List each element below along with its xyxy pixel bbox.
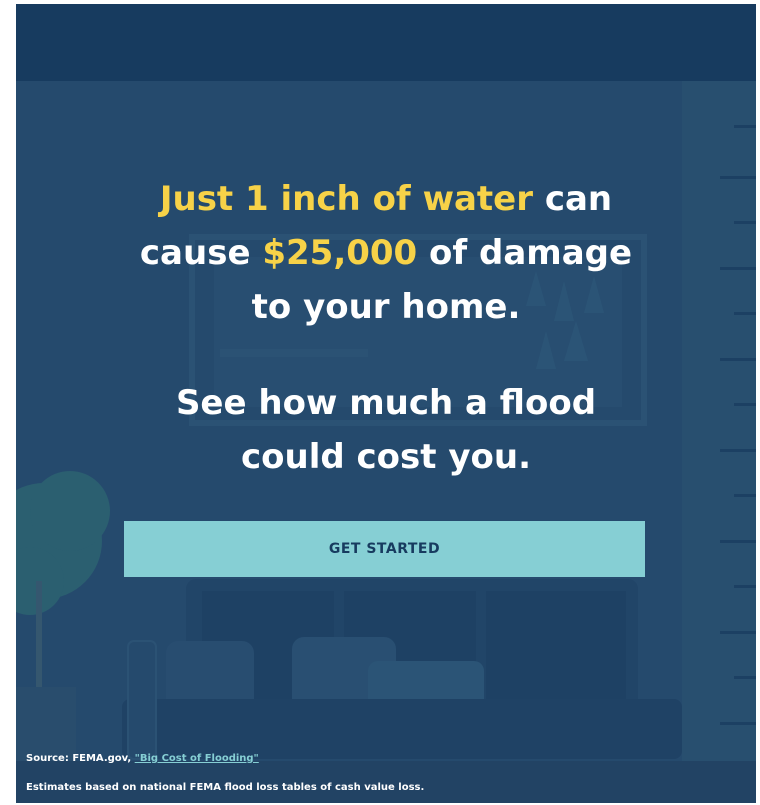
headline-text-1: can bbox=[533, 179, 613, 219]
source-citation: Source: FEMA.gov, "Big Cost of Flooding" bbox=[26, 753, 259, 764]
get-started-button[interactable]: GET STARTED bbox=[124, 521, 645, 577]
headline-highlight-amount: $25,000 bbox=[262, 233, 418, 273]
headline: Just 1 inch of water can cause $25,000 of… bbox=[16, 172, 756, 334]
headline-text-1b: cause bbox=[139, 233, 263, 273]
source-prefix: Source: FEMA.gov, bbox=[26, 753, 135, 764]
estimate-note: Estimates based on national FEMA flood l… bbox=[26, 782, 425, 793]
subheadline: See how much a flood could cost you. bbox=[16, 376, 756, 484]
flood-promo-card: Just 1 inch of water can cause $25,000 of… bbox=[16, 4, 756, 803]
header-bar bbox=[16, 4, 756, 81]
source-link[interactable]: "Big Cost of Flooding" bbox=[135, 753, 259, 764]
subheadline-line-1: See how much a flood bbox=[175, 383, 597, 423]
headline-highlight-water: Just 1 inch of water bbox=[159, 179, 533, 219]
subheadline-line-2: could cost you. bbox=[240, 437, 532, 477]
headline-text-2a: of damage bbox=[417, 233, 633, 273]
headline-text-2b: to your home. bbox=[251, 287, 521, 327]
